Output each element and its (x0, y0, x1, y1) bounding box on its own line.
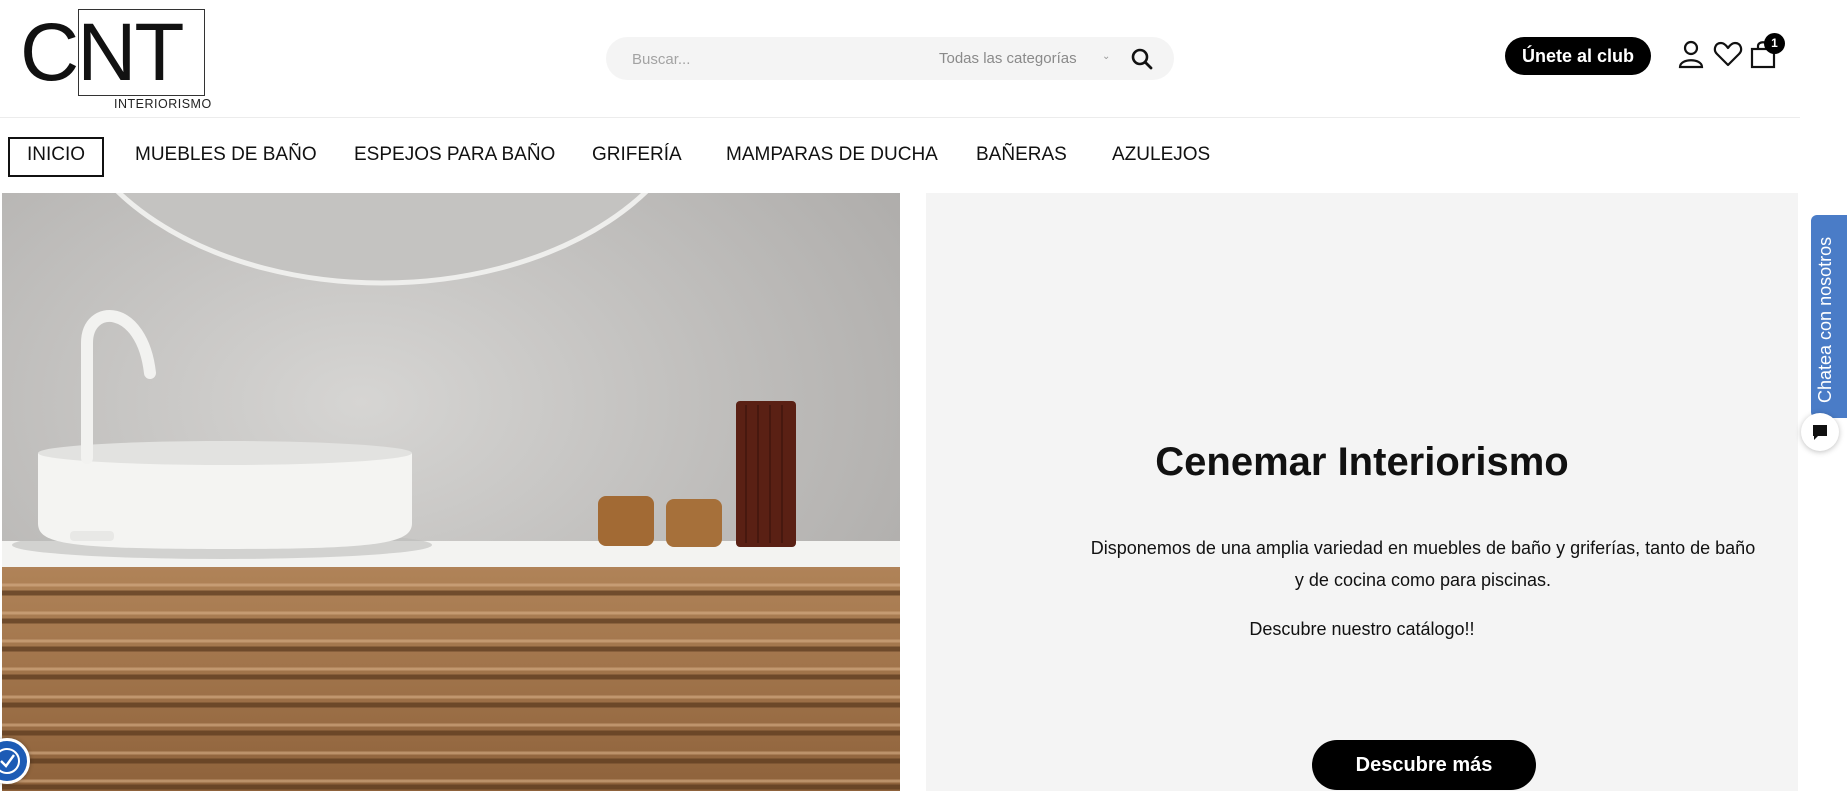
site-logo[interactable]: CNT INTERIORISMO (20, 9, 220, 113)
heart-icon (1713, 41, 1743, 67)
cart-count-badge: 1 (1764, 33, 1785, 54)
nav-item-griferia[interactable]: GRIFERÍA (592, 137, 682, 173)
nav-item-muebles-de-bano[interactable]: MUEBLES DE BAÑO (135, 137, 317, 173)
hero-title: Cenemar Interiorismo (1155, 440, 1569, 484)
join-club-button[interactable]: Únete al club (1505, 37, 1651, 75)
hero-cta-text: Descubre nuestro catálogo!! (1249, 619, 1475, 639)
logo-subtitle: INTERIORISMO (114, 97, 212, 111)
search-button[interactable] (1129, 46, 1155, 72)
nav-item-espejos-para-bano[interactable]: ESPEJOS PARA BAÑO (354, 137, 555, 173)
hero-panel: Cenemar Interiorismo Disponemos de una a… (926, 193, 1798, 791)
chat-icon (1813, 425, 1827, 440)
discover-more-button[interactable]: Descubre más (1312, 740, 1536, 790)
chat-tab-label: Chatea con nosotros (1815, 236, 1835, 403)
nav-item-azulejos[interactable]: AZULEJOS (1112, 137, 1210, 173)
main-nav: INICIO MUEBLES DE BAÑO ESPEJOS PARA BAÑO… (0, 118, 1800, 190)
accessibility-button[interactable] (0, 738, 30, 784)
search-input[interactable] (630, 37, 934, 82)
search-bar: Todas las categorías ⌄ (606, 37, 1174, 82)
chevron-down-icon: ⌄ (1102, 51, 1111, 62)
chat-tab[interactable]: Chatea con nosotros (1811, 215, 1847, 418)
nav-item-baneras[interactable]: BAÑERAS (976, 137, 1067, 173)
check-icon (0, 748, 20, 774)
chat-bubble-button[interactable] (1801, 413, 1839, 451)
hero-description: Disponemos de una amplia variedad en mue… (1090, 538, 1756, 590)
wishlist-button[interactable] (1713, 39, 1743, 69)
logo-letters: CNT (20, 7, 185, 98)
category-select[interactable]: Todas las categorías (939, 50, 1077, 67)
search-icon (1131, 48, 1153, 70)
hero-image (2, 193, 900, 791)
nav-item-mamparas-de-ducha[interactable]: MAMPARAS DE DUCHA (726, 137, 938, 173)
user-icon (1678, 40, 1704, 69)
site-header: CNT INTERIORISMO Todas las categorías ⌄ … (0, 0, 1800, 118)
nav-item-inicio[interactable]: INICIO (8, 137, 105, 177)
account-button[interactable] (1677, 39, 1707, 69)
